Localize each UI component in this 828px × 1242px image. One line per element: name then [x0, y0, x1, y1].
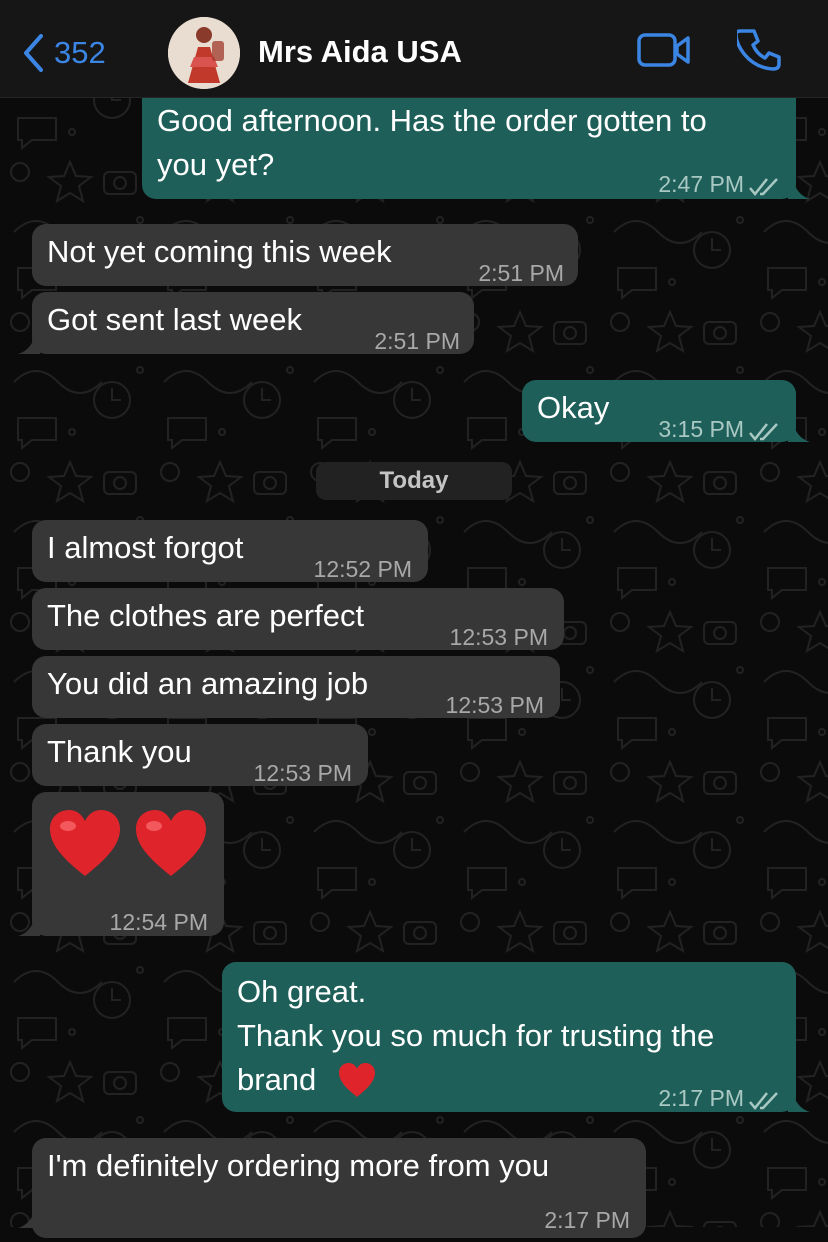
avatar[interactable]: [168, 17, 240, 89]
message-bubble-outgoing[interactable]: Okay 3:15 PM: [522, 380, 810, 442]
message-bubble-incoming[interactable]: The clothes are perfect 12:53 PM: [32, 588, 564, 650]
message-time: 2:51 PM: [374, 328, 460, 354]
bubble-tail: [18, 914, 40, 936]
bubble-tail: [788, 1090, 810, 1112]
phone-icon: [734, 27, 783, 78]
unread-count: 352: [54, 35, 106, 70]
contact-name[interactable]: Mrs Aida USA: [258, 34, 462, 70]
video-call-button[interactable]: [636, 28, 692, 76]
message-bubble-incoming[interactable]: You did an amazing job 12:53 PM: [32, 656, 560, 718]
message-time: 2:47 PM: [658, 171, 744, 197]
message-text: I almost forgot: [47, 530, 244, 565]
message-bubble-outgoing[interactable]: Good afternoon. Has the order gotten to …: [142, 85, 810, 199]
read-receipt-icon: [748, 410, 780, 454]
message-text: You did an amazing job: [47, 666, 369, 701]
bubble-tail: [788, 420, 810, 442]
message-text: Good afternoon. Has the order gotten to …: [157, 103, 707, 182]
message-bubble-incoming[interactable]: Not yet coming this week 2:51 PM: [32, 224, 578, 286]
message-text: Oh great. Thank you so much for trusting…: [237, 974, 715, 1097]
message-time: 12:53 PM: [449, 624, 548, 650]
message-text: The clothes are perfect: [47, 598, 365, 633]
day-separator: Today: [316, 462, 512, 500]
message-bubble-incoming[interactable]: 12:54 PM: [18, 792, 224, 936]
message-time: 2:17 PM: [658, 1085, 744, 1111]
message-time: 2:17 PM: [544, 1207, 630, 1233]
message-time: 3:15 PM: [658, 416, 744, 442]
red-heart-icon: [48, 808, 122, 890]
message-text: Okay: [537, 390, 610, 425]
bubble-tail: [18, 332, 40, 354]
message-text: Thank you: [47, 734, 192, 769]
message-text: Got sent last week: [47, 302, 303, 337]
message-text: I'm definitely ordering more from you: [47, 1148, 550, 1183]
message-time: 12:52 PM: [313, 556, 412, 582]
back-button[interactable]: 352: [22, 30, 106, 76]
voice-call-button[interactable]: [732, 28, 788, 76]
message-time: 12:53 PM: [445, 692, 544, 718]
bubble-tail: [18, 1206, 40, 1228]
message-time: 12:54 PM: [109, 909, 208, 935]
message-bubble-incoming[interactable]: I almost forgot 12:52 PM: [32, 520, 428, 582]
message-text: Not yet coming this week: [47, 234, 392, 269]
message-bubble-incoming[interactable]: Thank you 12:53 PM: [32, 724, 368, 786]
chat-header: 352 Mrs Aida USA: [0, 0, 828, 98]
message-time: 2:51 PM: [478, 260, 564, 286]
red-heart-icon: [338, 1062, 376, 1110]
message-bubble-incoming[interactable]: Got sent last week 2:51 PM: [18, 292, 474, 354]
chevron-left-icon: [22, 33, 44, 73]
bubble-tail: [788, 177, 810, 199]
message-bubble-outgoing[interactable]: Oh great. Thank you so much for trusting…: [222, 962, 810, 1112]
message-bubble-incoming[interactable]: I'm definitely ordering more from you 2:…: [18, 1138, 646, 1238]
message-time: 12:53 PM: [253, 760, 352, 786]
read-receipt-icon: [748, 1079, 780, 1123]
read-receipt-icon: [748, 165, 780, 209]
red-heart-icon: [134, 808, 208, 890]
video-call-icon: [637, 32, 691, 73]
